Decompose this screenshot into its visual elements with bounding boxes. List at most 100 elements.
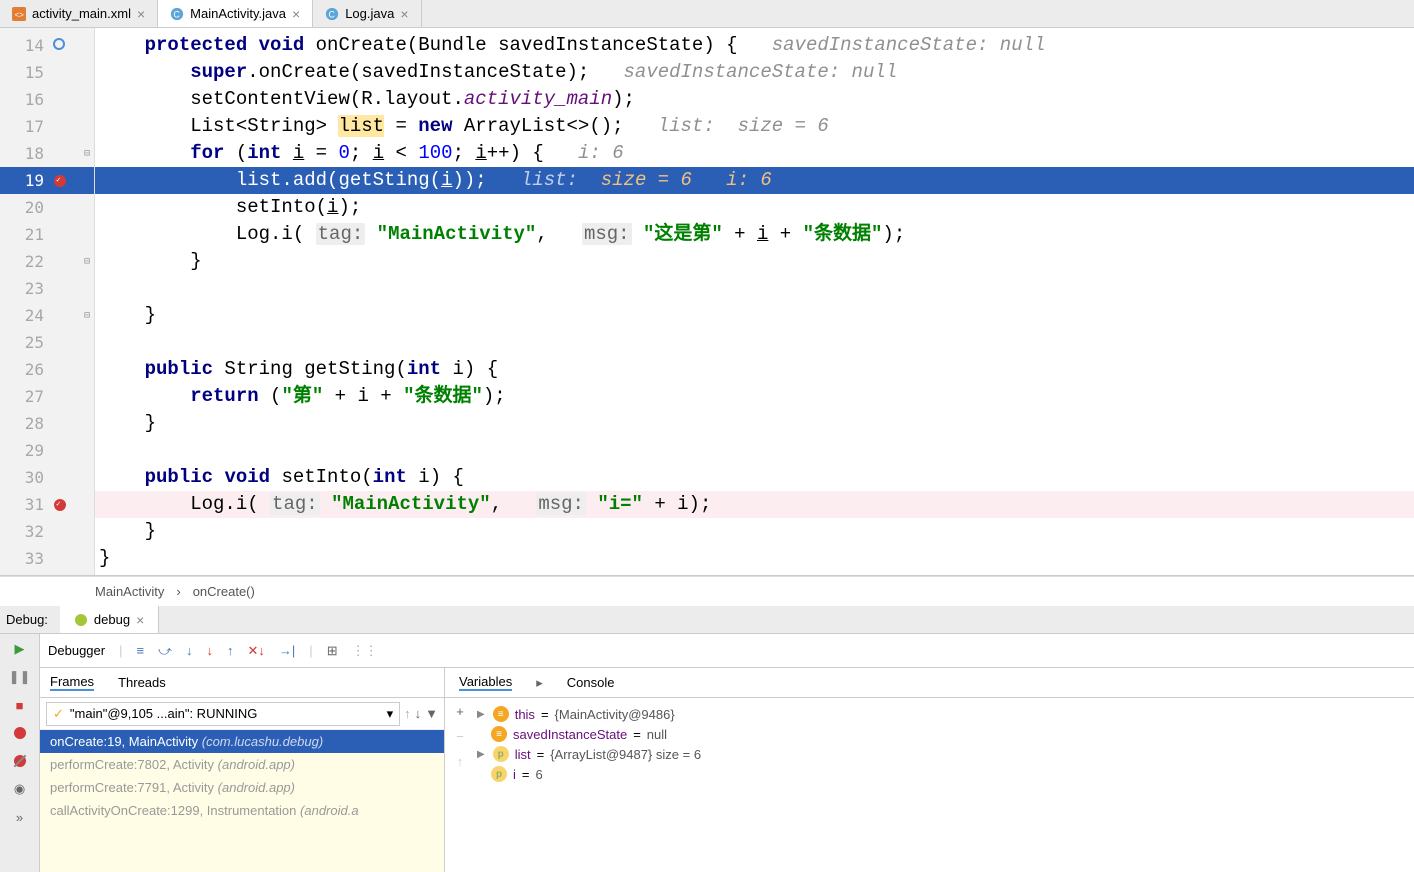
line-num: 20: [25, 198, 44, 217]
close-icon[interactable]: ×: [136, 612, 144, 628]
add-watch-button[interactable]: +: [456, 704, 464, 719]
debugger-tab[interactable]: Debugger: [48, 643, 105, 658]
android-icon: [74, 613, 88, 627]
up-button[interactable]: ↑: [457, 754, 464, 769]
frames-list[interactable]: onCreate:19, MainActivity (com.lucashu.d…: [40, 730, 444, 872]
breadcrumb: MainActivity › onCreate(): [0, 576, 1414, 606]
line-num: 26: [25, 360, 44, 379]
variable-row[interactable]: ▶≡this = {MainActivity@9486}: [477, 704, 1414, 724]
line-num: 23: [25, 279, 44, 298]
line-num: 28: [25, 414, 44, 433]
tab-main-activity[interactable]: C MainActivity.java ×: [158, 0, 313, 27]
variable-row[interactable]: ▶plist = {ArrayList@9487} size = 6: [477, 744, 1414, 764]
svg-text:<>: <>: [15, 10, 25, 19]
frames-panel: ✓ "main"@9,105 ...ain": RUNNING ▾ ↑ ↓ ▼ …: [40, 698, 445, 872]
svg-text:C: C: [174, 9, 180, 19]
frame-item[interactable]: performCreate:7802, Activity (android.ap…: [40, 753, 444, 776]
breakpoint-icon[interactable]: [54, 499, 66, 511]
code-area[interactable]: protected void onCreate(Bundle savedInst…: [95, 28, 1414, 575]
editor-tabs: <> activity_main.xml × C MainActivity.ja…: [0, 0, 1414, 28]
variable-row[interactable]: pi = 6: [477, 764, 1414, 784]
stop-button[interactable]: ■: [11, 696, 29, 714]
console-tab[interactable]: Console: [567, 675, 615, 690]
line-num: 32: [25, 522, 44, 541]
frames-tab[interactable]: Frames: [50, 674, 94, 691]
trace-button[interactable]: ⋮⋮: [352, 643, 378, 659]
prev-frame-button[interactable]: ↑: [404, 706, 411, 721]
line-num: 21: [25, 225, 44, 244]
java-class-icon: C: [170, 7, 184, 21]
line-num: 17: [25, 117, 44, 136]
variables-list[interactable]: ▶≡this = {MainActivity@9486} ≡savedInsta…: [477, 698, 1414, 790]
frame-item[interactable]: callActivityOnCreate:1299, Instrumentati…: [40, 799, 444, 822]
tab-log[interactable]: C Log.java ×: [313, 0, 421, 27]
step-into-button[interactable]: ↓: [186, 643, 193, 658]
debug-toolwindow-header: Debug: debug ×: [0, 606, 1414, 634]
filter-button[interactable]: ▼: [425, 706, 438, 721]
svg-text:C: C: [329, 9, 335, 19]
show-execution-point-button[interactable]: ≡: [137, 643, 145, 658]
xml-file-icon: <>: [12, 7, 26, 21]
debug-side-toolbar: ▶ ❚❚ ■ ◉ »: [0, 634, 40, 872]
drop-frame-button[interactable]: ✕↓: [248, 643, 265, 659]
variable-row[interactable]: ≡savedInstanceState = null: [477, 724, 1414, 744]
tab-label: Log.java: [345, 6, 394, 21]
line-num: 22: [25, 252, 44, 271]
expand-icon[interactable]: ▶: [477, 749, 485, 760]
view-breakpoints-button[interactable]: [11, 724, 29, 742]
editor: 14 15 16 17 18⊟ 19 20 21 22⊟ 23 24⊟ 25 2…: [0, 28, 1414, 576]
frame-item[interactable]: onCreate:19, MainActivity (com.lucashu.d…: [40, 730, 444, 753]
mute-breakpoints-button[interactable]: [11, 752, 29, 770]
close-icon[interactable]: ×: [137, 6, 145, 22]
thread-selector[interactable]: ✓ "main"@9,105 ...ain": RUNNING ▾: [46, 702, 400, 726]
java-class-icon: C: [325, 7, 339, 21]
debug-session-tab[interactable]: debug ×: [60, 606, 159, 633]
line-num: 16: [25, 90, 44, 109]
override-icon[interactable]: [52, 36, 66, 55]
fold-icon[interactable]: ⊟: [84, 148, 90, 159]
remove-watch-button[interactable]: −: [456, 729, 464, 744]
breadcrumb-class[interactable]: MainActivity: [95, 584, 164, 599]
evaluate-button[interactable]: ⊞: [327, 643, 338, 659]
debug-body: ▶ ❚❚ ■ ◉ » Debugger | ≡ ⤻ ↓ ↓ ↑ ✕↓ →| | …: [0, 634, 1414, 872]
fold-icon[interactable]: ⊟: [84, 256, 90, 267]
debug-label: Debug:: [6, 612, 48, 627]
variables-tab[interactable]: Variables: [459, 674, 512, 691]
variables-panel: + − ↑ ▶≡this = {MainActivity@9486} ≡save…: [445, 698, 1414, 872]
line-num: 15: [25, 63, 44, 82]
next-frame-button[interactable]: ↓: [415, 706, 422, 721]
line-num: 18: [25, 144, 44, 163]
line-num: 25: [25, 333, 44, 352]
debug-main: Debugger | ≡ ⤻ ↓ ↓ ↑ ✕↓ →| | ⊞ ⋮⋮ Frames…: [40, 634, 1414, 872]
chevron-right-icon: ›: [176, 584, 180, 599]
line-num: 30: [25, 468, 44, 487]
line-num: 24: [25, 306, 44, 325]
threads-tab[interactable]: Threads: [118, 675, 166, 690]
run-to-cursor-button[interactable]: →|: [279, 643, 295, 658]
force-step-into-button[interactable]: ↓: [207, 643, 214, 658]
breakpoint-icon[interactable]: [54, 175, 66, 187]
camera-button[interactable]: ◉: [11, 780, 29, 798]
console-arrow-icon: ▸: [536, 675, 543, 691]
thread-name: "main"@9,105 ...ain": RUNNING: [70, 706, 381, 721]
pause-button[interactable]: ❚❚: [11, 668, 29, 686]
line-num: 14: [25, 36, 44, 55]
fold-icon[interactable]: ⊟: [84, 310, 90, 321]
frame-item[interactable]: performCreate:7791, Activity (android.ap…: [40, 776, 444, 799]
gutter: 14 15 16 17 18⊟ 19 20 21 22⊟ 23 24⊟ 25 2…: [0, 28, 95, 575]
resume-button[interactable]: ▶: [11, 640, 29, 658]
debug-panels: ✓ "main"@9,105 ...ain": RUNNING ▾ ↑ ↓ ▼ …: [40, 698, 1414, 872]
close-icon[interactable]: ×: [400, 6, 408, 22]
line-num: 33: [25, 549, 44, 568]
debug-subtabs: Frames Threads Variables ▸ Console: [40, 668, 1414, 698]
tab-label: MainActivity.java: [190, 6, 286, 21]
tab-activity-main[interactable]: <> activity_main.xml ×: [0, 0, 158, 27]
expand-icon[interactable]: ▶: [477, 709, 485, 720]
breadcrumb-method[interactable]: onCreate(): [193, 584, 255, 599]
close-icon[interactable]: ×: [292, 6, 300, 22]
more-button[interactable]: »: [11, 808, 29, 826]
step-out-button[interactable]: ↑: [227, 643, 234, 658]
debug-toolbar: Debugger | ≡ ⤻ ↓ ↓ ↑ ✕↓ →| | ⊞ ⋮⋮: [40, 634, 1414, 668]
tab-label: activity_main.xml: [32, 6, 131, 21]
step-over-button[interactable]: ⤻: [158, 643, 172, 659]
